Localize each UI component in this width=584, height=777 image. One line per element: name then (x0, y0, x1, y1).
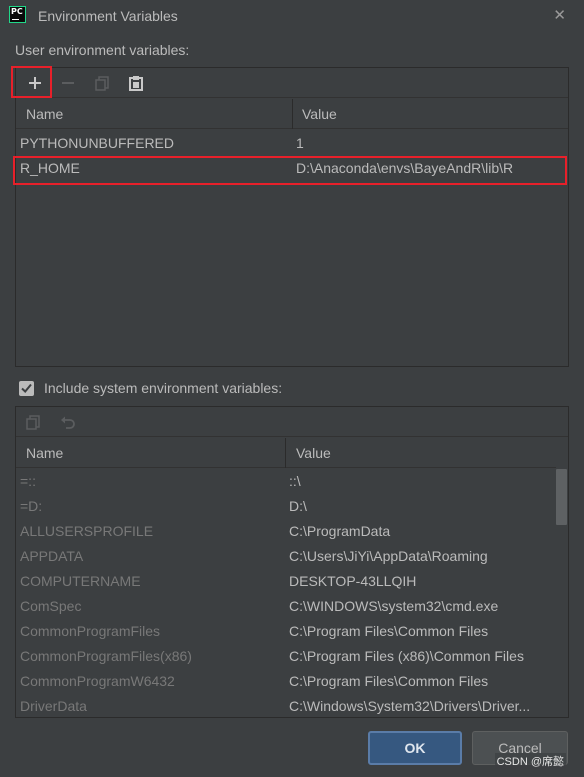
env-value: ::\ (289, 473, 301, 489)
user-table-header: Name Value (16, 99, 568, 129)
env-value: C:\Users\JiYi\AppData\Roaming (289, 548, 488, 564)
paste-button[interactable] (125, 72, 147, 94)
minus-icon (62, 82, 74, 84)
watermark-text: CSDN @席懿 (494, 753, 566, 769)
env-name: APPDATA (20, 548, 84, 564)
env-value: D:\Anaconda\envs\BayeAndR\lib\R (296, 160, 514, 176)
column-header-value[interactable]: Value (296, 445, 331, 461)
table-row[interactable]: CommonProgramFiles C:\Program Files\Comm… (16, 619, 556, 644)
column-header-name[interactable]: Name (26, 445, 63, 461)
env-name: =:: (20, 473, 36, 489)
copy-button[interactable] (22, 411, 44, 433)
env-name: ComSpec (20, 598, 82, 614)
include-system-checkbox[interactable] (19, 380, 34, 396)
env-name: ALLUSERSPROFILE (20, 523, 154, 539)
copy-button[interactable] (91, 72, 113, 94)
env-value: D:\ (289, 498, 307, 514)
env-name: =D: (20, 498, 43, 514)
env-value: 1 (296, 135, 304, 151)
title-bar: PC Environment Variables ✕ (0, 0, 584, 32)
column-header-value[interactable]: Value (302, 106, 337, 122)
env-value: C:\ProgramData (289, 523, 391, 539)
env-name: DriverData (20, 698, 87, 714)
env-value: C:\Windows\System32\Drivers\Driver... (289, 698, 531, 714)
clipboard-icon (129, 76, 143, 91)
include-system-vars[interactable]: Include system environment variables: (19, 378, 282, 398)
env-value: C:\WINDOWS\system32\cmd.exe (289, 598, 499, 614)
table-row[interactable]: =D: D:\ (16, 494, 556, 519)
env-value: DESKTOP-43LLQIH (289, 573, 417, 589)
env-name: CommonProgramFiles(x86) (20, 648, 192, 664)
env-name: CommonProgramW6432 (20, 673, 175, 689)
window-title: Environment Variables (38, 8, 178, 24)
user-env-label: User environment variables: (15, 42, 190, 58)
close-icon[interactable]: ✕ (553, 6, 566, 24)
user-env-toolbar (16, 68, 568, 98)
system-env-toolbar (16, 407, 568, 437)
add-button[interactable] (24, 72, 46, 94)
checkmark-icon (21, 383, 32, 393)
copy-icon (95, 76, 109, 91)
revert-button[interactable] (57, 411, 79, 433)
ok-button[interactable]: OK (368, 731, 462, 765)
pycharm-app-icon: PC (9, 6, 26, 23)
env-value: C:\Program Files (x86)\Common Files (289, 648, 524, 664)
copy-icon (26, 415, 40, 430)
system-table-header: Name Value (16, 438, 556, 468)
env-name: CommonProgramFiles (20, 623, 161, 639)
table-row[interactable]: R_HOME D:\Anaconda\envs\BayeAndR\lib\R (16, 156, 568, 181)
table-row[interactable]: DriverData C:\Windows\System32\Drivers\D… (16, 694, 556, 719)
env-value: C:\Program Files\Common Files (289, 623, 489, 639)
table-row[interactable]: COMPUTERNAME DESKTOP-43LLQIH (16, 569, 556, 594)
table-row[interactable]: ALLUSERSPROFILE C:\ProgramData (16, 519, 556, 544)
app-icon-text: PC (11, 7, 23, 16)
table-row[interactable]: =:: ::\ (16, 469, 556, 494)
env-value: C:\Program Files\Common Files (289, 673, 489, 689)
undo-icon (61, 416, 75, 429)
table-row[interactable]: CommonProgramFiles(x86) C:\Program Files… (16, 644, 556, 669)
system-env-table: Name Value =:: ::\ =D: D:\ ALLUSERSPROFI… (15, 406, 569, 718)
table-row[interactable]: CommonProgramW6432 C:\Program Files\Comm… (16, 669, 556, 694)
env-name: R_HOME (20, 160, 80, 176)
remove-button[interactable] (57, 72, 79, 94)
env-name: PYTHONUNBUFFERED (20, 135, 175, 151)
column-header-name[interactable]: Name (26, 106, 63, 122)
include-system-label: Include system environment variables: (44, 380, 283, 396)
table-row[interactable]: ComSpec C:\WINDOWS\system32\cmd.exe (16, 594, 556, 619)
plus-icon (29, 77, 41, 89)
table-row[interactable]: PYTHONUNBUFFERED 1 (16, 131, 568, 156)
user-env-table: Name Value PYTHONUNBUFFERED 1 R_HOME D:\… (15, 67, 569, 367)
table-row[interactable]: APPDATA C:\Users\JiYi\AppData\Roaming (16, 544, 556, 569)
env-name: COMPUTERNAME (20, 573, 141, 589)
vertical-scrollbar[interactable] (556, 469, 567, 525)
